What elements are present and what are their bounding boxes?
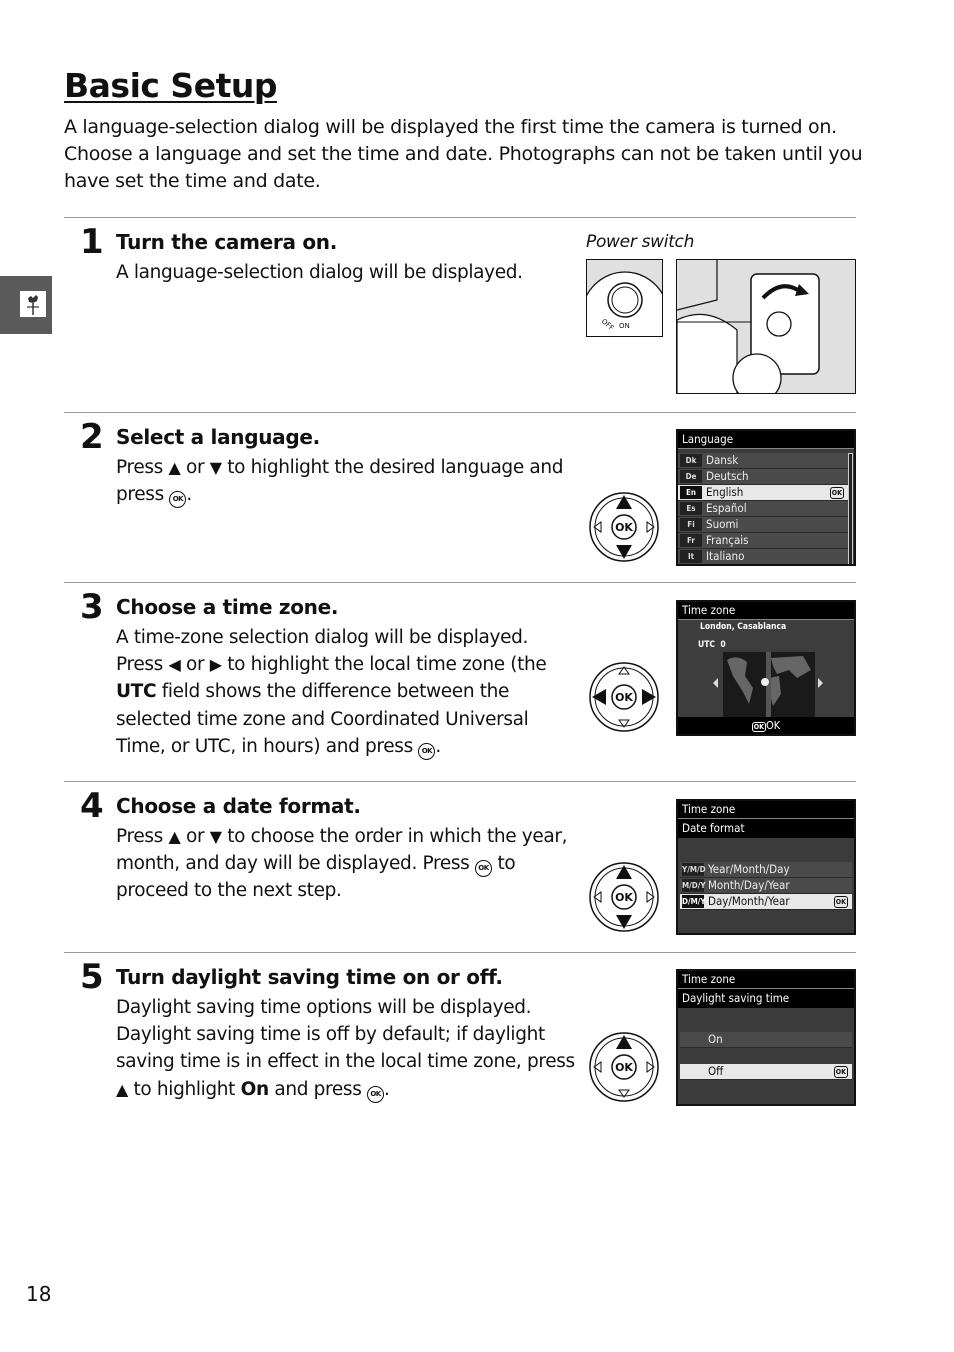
language-option[interactable]: Es Español <box>678 501 848 517</box>
screen-header: Language <box>678 431 854 449</box>
step-body: Press ▲ or ▼ to highlight the desired la… <box>116 454 576 509</box>
language-option[interactable]: Fr Français <box>678 533 848 549</box>
ok-button-icon: OK <box>169 491 187 509</box>
chapter-side-tab <box>0 276 52 334</box>
screen-header: Time zone <box>678 801 854 819</box>
dst-option-on[interactable]: On <box>680 1032 852 1048</box>
language-option[interactable]: Dk Dansk <box>678 453 848 469</box>
step-body: A time-zone selection dialog will be dis… <box>116 624 576 760</box>
ok-badge: OK <box>829 487 844 499</box>
language-option[interactable]: Fi Suomi <box>678 517 848 533</box>
step-title: Choose a time zone. <box>116 595 339 619</box>
weathervane-rooster-icon <box>20 291 46 317</box>
ok-button-icon: OK <box>474 860 492 878</box>
language-option[interactable]: It Italiano <box>678 549 848 564</box>
date-format-screen: Time zone Date format Y/M/D Year/Month/Da… <box>676 799 856 935</box>
step-body: Daylight saving time options will be dis… <box>116 994 576 1103</box>
step-title: Select a language. <box>116 425 320 449</box>
screen-header: Time zone <box>678 971 854 989</box>
power-switch-closeup: OFF ON <box>586 259 663 337</box>
date-format-option[interactable]: M/D/Y Month/Day/Year <box>680 878 852 894</box>
page-number: 18 <box>26 1282 52 1306</box>
screen-header: Time zone <box>678 602 854 620</box>
step-body: A language-selection dialog will be disp… <box>116 262 523 283</box>
scrollbar[interactable] <box>848 453 853 564</box>
step-title: Turn daylight saving time on or off. <box>116 965 503 989</box>
step-title: Choose a date format. <box>116 794 361 818</box>
screen-subheader: Date format <box>678 819 854 838</box>
world-map <box>723 652 815 717</box>
up-arrow-icon: ▲ <box>168 458 181 477</box>
page-title: Basic Setup <box>64 66 277 105</box>
date-format-option[interactable]: Y/M/D Year/Month/Day <box>680 862 852 878</box>
svg-text:ON: ON <box>619 322 630 330</box>
figure-caption: Power switch <box>586 232 695 252</box>
up-arrow-icon: ▲ <box>116 1079 128 1099</box>
step-number: 4 <box>80 786 104 826</box>
step-number: 5 <box>80 957 104 997</box>
ok-badge: OK <box>833 1066 848 1078</box>
multi-selector-up-icon: OK <box>589 1032 659 1102</box>
time-zone-city: London, Casablanca <box>700 622 787 632</box>
right-arrow-icon: ▶ <box>209 655 222 675</box>
camera-top-illustration <box>676 259 856 394</box>
svg-text:OK: OK <box>615 691 633 704</box>
multi-selector-up-down-icon: OK <box>589 862 659 932</box>
language-option[interactable]: De Deutsch <box>678 469 848 485</box>
time-zone-screen: Time zone London, Casablanca UTC 0 OK OK <box>676 600 856 736</box>
ok-badge: OK <box>751 722 766 732</box>
up-arrow-icon: ▲ <box>168 827 181 846</box>
utc-offset: UTC 0 <box>698 640 726 650</box>
ok-button-icon: OK <box>367 1085 385 1103</box>
ok-button-icon: OK <box>418 742 436 760</box>
time-zone-right-arrow-icon[interactable] <box>818 678 823 688</box>
date-format-option-selected[interactable]: D/M/Y Day/Month/Year OK <box>680 894 852 910</box>
svg-text:OK: OK <box>615 1061 633 1074</box>
svg-text:OK: OK <box>615 521 633 534</box>
screen-subheader: Daylight saving time <box>678 989 854 1008</box>
step-body: Press ▲ or ▼ to choose the order in whic… <box>116 826 568 902</box>
screen-footer: OK OK <box>678 717 854 734</box>
step-title: Turn the camera on. <box>116 230 338 254</box>
language-menu-screen: Language Dk Dansk De Deutsch En English OK E… <box>676 429 856 566</box>
down-arrow-icon: ▼ <box>209 458 222 477</box>
time-zone-left-arrow-icon[interactable] <box>713 678 718 688</box>
multi-selector-up-down-icon: OK <box>589 492 659 562</box>
language-option-selected[interactable]: En English OK <box>678 485 848 501</box>
step-number: 1 <box>80 222 104 262</box>
multi-selector-left-right-icon: OK <box>589 662 659 732</box>
intro-paragraph: A language-selection dialog will be disp… <box>64 116 863 192</box>
left-arrow-icon: ◀ <box>168 655 181 675</box>
daylight-saving-screen: Time zone Daylight saving time On Off OK <box>676 969 856 1106</box>
down-arrow-icon: ▼ <box>209 827 222 846</box>
svg-text:OK: OK <box>615 891 633 904</box>
dst-option-off-selected[interactable]: Off OK <box>680 1064 852 1080</box>
ok-badge: OK <box>833 896 848 908</box>
step-number: 3 <box>80 587 104 627</box>
step-number: 2 <box>80 417 104 457</box>
